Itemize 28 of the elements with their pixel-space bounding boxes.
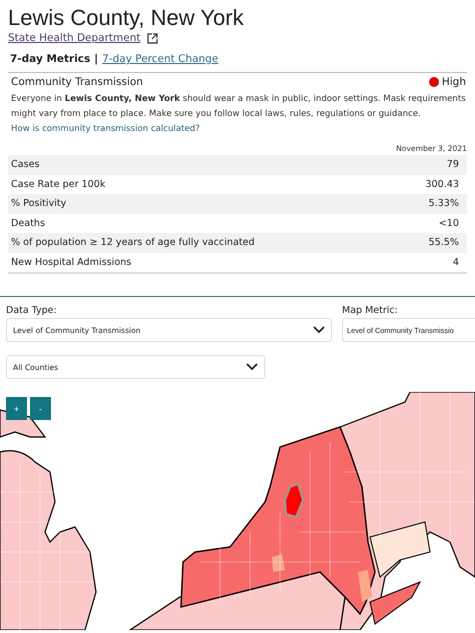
mask-guidance-text: Everyone in Lewis County, New York should wear a mask in public, indoor settings. Mask requirements might vary from place to place. Make sure you follow local laws, rules, regulations or guidance.: [11, 93, 467, 121]
zoom-button[interactable]: +: [6, 397, 27, 420]
help-link[interactable]: How is community transmission calculated?: [11, 124, 464, 134]
metric-label: % Positivity: [11, 198, 66, 210]
transmission-label: Community Transmission: [11, 76, 143, 88]
metric-label: Deaths: [11, 218, 46, 229]
zoom-button[interactable]: -: [30, 397, 51, 420]
metric-value: 5.33%: [428, 198, 459, 210]
metric-value: 55.5%: [428, 237, 459, 248]
data-type-label: Data Type:: [6, 305, 58, 316]
metric-label: % of population ≥ 12 years of age fully vaccinated: [11, 237, 255, 248]
metric-value: 300.43: [425, 178, 459, 190]
metric-label: Case Rate per 100k: [11, 178, 106, 190]
tab-separator: |: [94, 53, 98, 65]
metric-tab[interactable]: 7-day Metrics: [10, 53, 90, 65]
metric-value: 79: [446, 159, 459, 170]
health-department-link[interactable]: State Health Department: [8, 32, 140, 44]
metric-value: <10: [438, 218, 459, 229]
metric-value: 4: [452, 256, 459, 268]
metric-label: Cases: [11, 159, 40, 170]
map-metric-label: Map Metric:: [342, 305, 399, 316]
external-link-icon: [146, 32, 158, 44]
chevron-down-icon: [246, 363, 258, 371]
metric-tab[interactable]: 7-day Percent Change: [102, 53, 218, 65]
chevron-down-icon: [313, 326, 325, 334]
transmission-level: High: [442, 76, 466, 88]
county-title: Lewis County, New York: [8, 4, 245, 32]
metric-label: New Hospital Admissions: [11, 256, 132, 268]
